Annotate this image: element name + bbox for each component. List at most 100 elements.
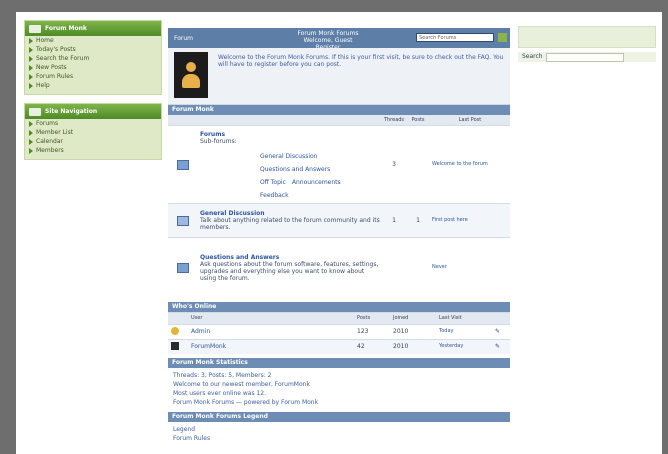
forum-icon [177, 215, 189, 226]
subforum-link[interactable]: Questions and Answers [260, 166, 330, 173]
bullet-arrow-icon [29, 82, 33, 89]
nav-item-todays-posts[interactable]: Today's Posts [25, 45, 161, 54]
subforum-list: General Discussion Questions and Answers… [260, 153, 360, 199]
avatar-head [186, 62, 196, 72]
avatar [174, 52, 208, 98]
bullet-arrow-icon [29, 64, 33, 71]
nav-box-forum: Forum Monk Home Today's Posts Search the… [24, 20, 162, 95]
nav-item-members[interactable]: Members [25, 146, 161, 155]
stats-line: Most users ever online was 12. [173, 389, 267, 397]
thread-count [382, 237, 406, 298]
stats-line: Forum Monk Forums — powered by Forum Mon… [173, 398, 319, 406]
online-table-header: User Posts Joined Last Visit [168, 311, 510, 324]
arrow-icon [29, 107, 41, 116]
thread-count: 1 [382, 203, 406, 238]
online-row: Admin 123 2010 Today ✎ [168, 323, 510, 339]
col-user: User [188, 311, 354, 324]
online-table: User Posts Joined Last Visit Admin 123 2… [168, 311, 510, 354]
online-action-icon[interactable]: ✎ [492, 338, 510, 354]
nav-item-forums[interactable]: Forums [25, 119, 161, 128]
online-user[interactable]: Admin [188, 323, 354, 339]
right-search-label: Search [522, 53, 543, 60]
nav-item-calendar[interactable]: Calendar [25, 137, 161, 146]
online-posts: 42 [354, 338, 390, 354]
bullet-arrow-icon [29, 73, 33, 80]
subforum-link[interactable]: General Discussion [260, 153, 317, 160]
right-sidebar: Search [518, 26, 656, 62]
online-joined: 2010 [390, 323, 436, 339]
forum-desc: Ask questions about the forum software, … [200, 260, 379, 282]
forum-header: Forum Forum Monk Forums Welcome, Guest R… [168, 28, 510, 51]
forum-title[interactable]: Forums [200, 131, 380, 138]
forum-icon [177, 262, 189, 273]
online-joined: 2010 [390, 338, 436, 354]
main-content: Forum Forum Monk Forums Welcome, Guest R… [168, 28, 510, 446]
header-left-link[interactable]: Forum [174, 35, 193, 42]
forum-row: Questions and Answers Ask questions abou… [168, 237, 510, 298]
last-post[interactable]: Welcome to the forum [430, 125, 510, 204]
bullet-arrow-icon [29, 147, 33, 154]
col-threads: Threads [382, 115, 406, 126]
col-posts: Posts [406, 115, 430, 126]
stats-panel: Threads: 3, Posts: 5, Members: 2 Welcome… [168, 368, 510, 410]
nav-box-title: Site Navigation [45, 108, 98, 115]
forum-desc: Talk about anything related to the forum… [200, 217, 380, 231]
stats-section-bar: Forum Monk Statistics [168, 357, 510, 368]
nav-item-member-list[interactable]: Member List [25, 128, 161, 137]
avatar-body [182, 74, 200, 88]
online-row: ForumMonk 42 2010 Yesterday ✎ [168, 338, 510, 354]
online-last: Yesterday [436, 338, 492, 354]
forum-section-bar: Forum Monk [168, 105, 510, 115]
search-input[interactable]: Search Forums [416, 33, 494, 42]
page: Forum Monk Home Today's Posts Search the… [16, 12, 662, 454]
bullet-arrow-icon [29, 120, 33, 127]
legend-line: Legend [173, 425, 196, 433]
nav-item-new-posts[interactable]: New Posts [25, 63, 161, 72]
forum-row: General Discussion Talk about anything r… [168, 203, 510, 238]
header-title: Forum Monk Forums [297, 30, 359, 37]
post-count: 1 [406, 203, 430, 238]
subforum-link[interactable]: Off Topic [260, 179, 286, 186]
nav-box-header: Site Navigation [25, 104, 161, 119]
nav-item-rules[interactable]: Forum Rules [25, 72, 161, 81]
header-welcome: Welcome, Guest [303, 37, 353, 44]
right-search-row: Search [518, 52, 656, 62]
nav-box-header: Forum Monk [25, 21, 161, 36]
online-section-bar: Who's Online [168, 301, 510, 312]
nav-item-help[interactable]: Help [25, 81, 161, 90]
bullet-arrow-icon [29, 37, 33, 44]
forum-icon [177, 159, 189, 170]
bullet-arrow-icon [29, 55, 33, 62]
star-icon [171, 326, 179, 335]
forum-desc: Sub-forums: [200, 137, 237, 145]
online-posts: 123 [354, 323, 390, 339]
col-extra [492, 311, 510, 324]
stats-line: Threads: 3, Posts: 5, Members: 2 [173, 371, 272, 379]
nav-item-home[interactable]: Home [25, 36, 161, 45]
left-sidebar: Forum Monk Home Today's Posts Search the… [24, 20, 162, 168]
online-user[interactable]: ForumMonk [188, 338, 354, 354]
last-post[interactable]: Never [430, 237, 510, 298]
search-go-button[interactable] [498, 33, 507, 42]
col-joined: Joined [390, 311, 436, 324]
subforum-link[interactable]: Feedback [260, 192, 289, 199]
col-posts: Posts [354, 311, 390, 324]
col-last-visit: Last Visit [436, 311, 492, 324]
forum-title[interactable]: General Discussion [200, 210, 380, 217]
online-last: Today [436, 323, 492, 339]
forum-table-header: Threads Posts Last Post [168, 115, 510, 126]
legend-section-bar: Forum Monk Forums Legend [168, 411, 510, 422]
online-action-icon[interactable]: ✎ [492, 323, 510, 339]
forum-title[interactable]: Questions and Answers [200, 254, 380, 261]
monk-icon [171, 341, 179, 350]
col-last-post: Last Post [430, 115, 510, 126]
last-post[interactable]: First post here [430, 203, 510, 238]
bullet-arrow-icon [29, 138, 33, 145]
nav-item-search[interactable]: Search the Forum [25, 54, 161, 63]
bullet-arrow-icon [29, 129, 33, 136]
nav-box-site: Site Navigation Forums Member List Calen… [24, 103, 162, 160]
right-top-box [518, 26, 656, 48]
legend-line: Forum Rules [173, 434, 211, 442]
right-search-input[interactable] [546, 53, 624, 62]
subforum-link[interactable]: Announcements [292, 179, 341, 186]
